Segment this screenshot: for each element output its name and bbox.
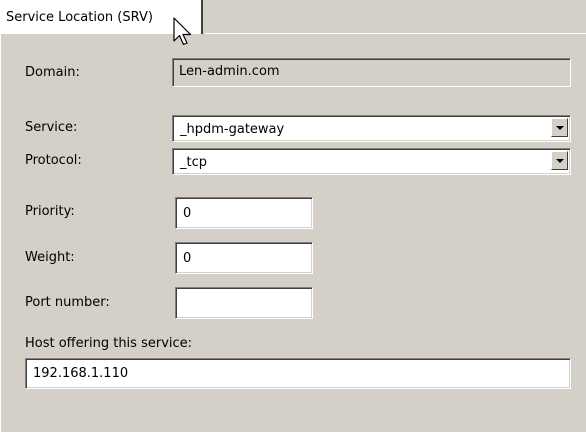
chevron-down-icon <box>556 159 564 163</box>
protocol-dropdown-button[interactable] <box>551 151 568 170</box>
service-dropdown-button[interactable] <box>551 118 568 137</box>
protocol-combobox[interactable]: _tcp <box>172 148 571 175</box>
domain-label: Domain: <box>25 65 80 80</box>
srv-record-dialog: Service Location (SRV) Domain: Len-admin… <box>0 0 586 432</box>
tab-panel-edge <box>0 34 1 432</box>
service-value: _hpdm-gateway <box>180 122 285 137</box>
chevron-down-icon <box>556 126 564 130</box>
priority-input[interactable]: 0 <box>175 197 313 229</box>
tab-label: Service Location (SRV) <box>6 10 153 25</box>
host-label: Host offering this service: <box>25 336 193 351</box>
domain-value: Len-admin.com <box>179 64 280 79</box>
tab-strip-divider <box>205 33 586 34</box>
priority-label: Priority: <box>25 204 75 219</box>
port-label: Port number: <box>25 295 110 310</box>
weight-input[interactable]: 0 <box>175 242 313 274</box>
protocol-label: Protocol: <box>25 153 82 168</box>
priority-value: 0 <box>183 206 192 221</box>
mouse-pointer-icon <box>173 17 192 46</box>
service-label: Service: <box>25 120 78 135</box>
host-value: 192.168.1.110 <box>33 366 129 381</box>
port-input[interactable] <box>175 287 313 319</box>
weight-value: 0 <box>183 251 192 266</box>
weight-label: Weight: <box>25 250 75 265</box>
host-input[interactable]: 192.168.1.110 <box>25 358 571 389</box>
tab-strip: Service Location (SRV) <box>0 0 586 34</box>
domain-field: Len-admin.com <box>172 58 571 87</box>
service-combobox[interactable]: _hpdm-gateway <box>172 115 571 142</box>
protocol-value: _tcp <box>180 155 207 170</box>
